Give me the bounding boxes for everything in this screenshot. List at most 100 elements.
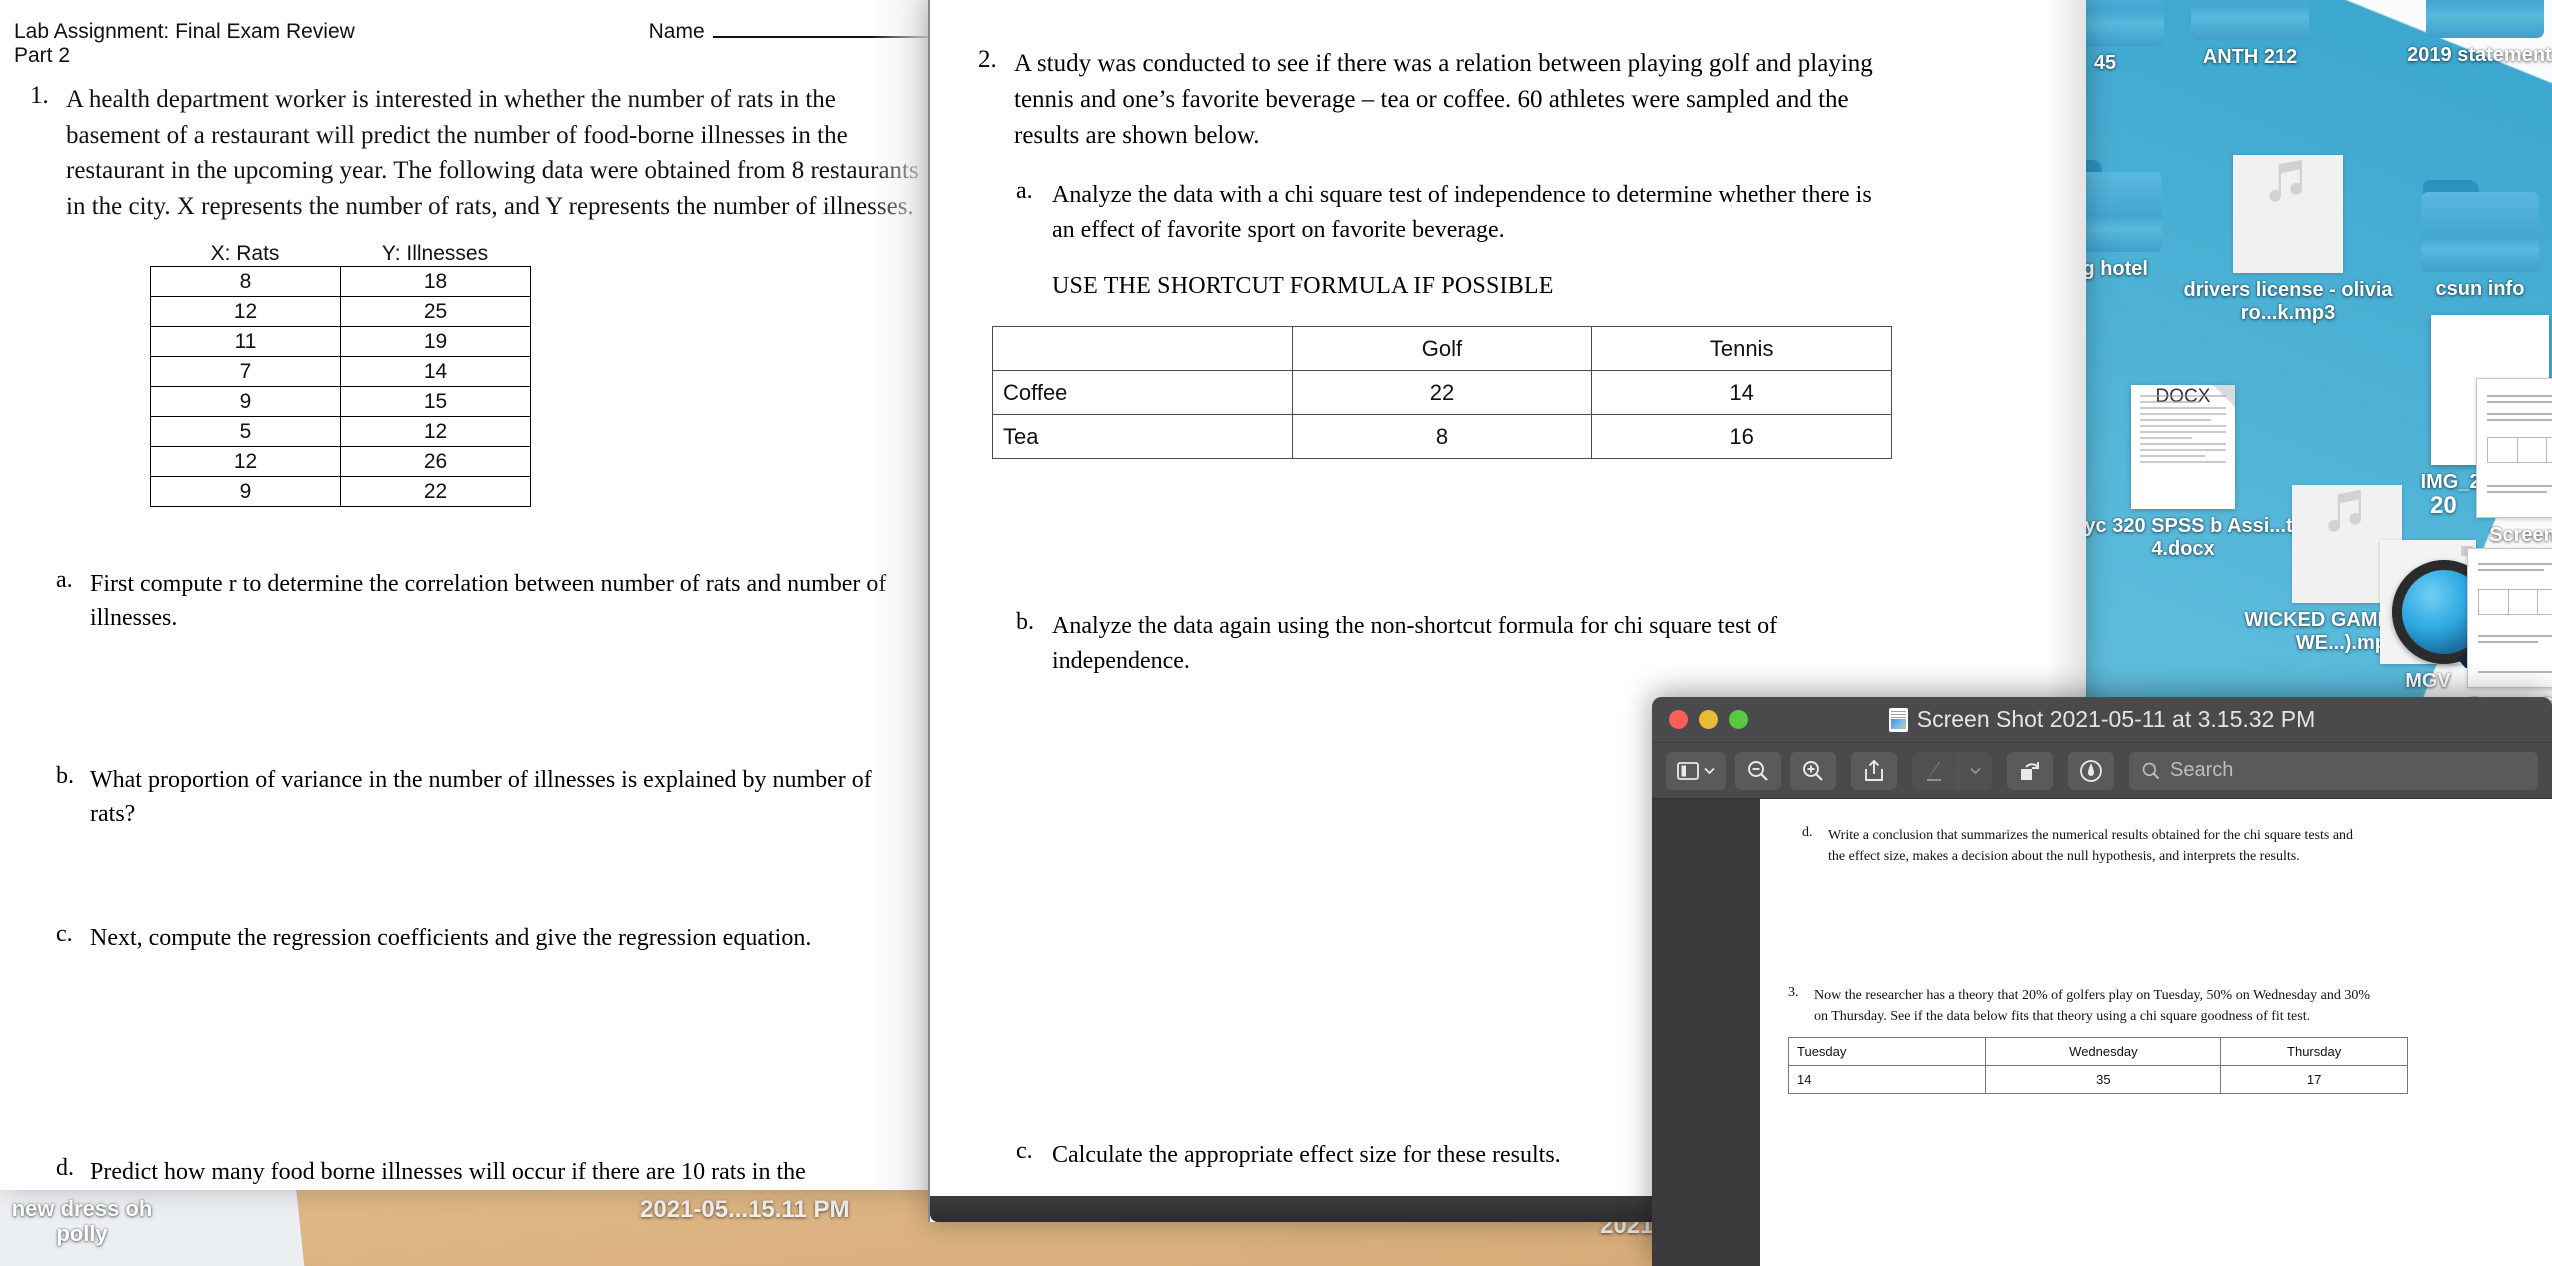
chevron-down-icon (1970, 767, 1981, 774)
question-number: 3. (1788, 985, 1799, 1000)
page-title: Lab Assignment: Final Exam Review Part 2 (14, 20, 355, 67)
column-header: Wednesday (1985, 1037, 2222, 1066)
desktop-icon-csun-info[interactable]: csun info (2405, 180, 2552, 301)
question-text: A study was conducted to see if there wa… (1014, 50, 1873, 149)
music-note-icon (2233, 155, 2343, 273)
desktop-icon-screen-shot-2[interactable]: Screen Sho (2428, 548, 2552, 717)
table-row: 12 26 (150, 446, 531, 477)
markup-dropdown-button[interactable] (1958, 751, 1992, 790)
table-cell: 19 (340, 326, 531, 357)
search-input[interactable]: Search (2129, 751, 2538, 790)
share-button[interactable] (1851, 751, 1897, 790)
desktop-icon-label: new dress oh polly (11, 1196, 153, 1247)
preview-question-3: 3. Now the researcher has a theory that … (1760, 985, 2552, 1027)
sub-letter: d. (56, 1155, 74, 1182)
sub-text: What proportion of variance in the numbe… (90, 767, 872, 828)
zoom-in-icon (1803, 760, 1823, 781)
annotate-button[interactable] (2068, 751, 2114, 790)
rotate-button[interactable] (2007, 751, 2053, 790)
table-cell: Coffee (992, 370, 1293, 416)
sub-text: Calculate the appropriate effect size fo… (1052, 1142, 1561, 1169)
table-row: 9 22 (150, 476, 531, 507)
table-cell: 35 (1985, 1065, 2222, 1094)
preview-page[interactable]: d. Write a conclusion that summarizes th… (1760, 799, 2552, 1266)
column-header: Thursday (2220, 1037, 2408, 1066)
table-cell: 14 (1591, 370, 1892, 416)
zoom-in-button[interactable] (1790, 751, 1836, 790)
preview-question-d: d. Write a conclusion that summarizes th… (1760, 799, 2552, 867)
markup-group[interactable] (1912, 751, 1992, 790)
search-placeholder: Search (2170, 759, 2234, 781)
folder-icon (2191, 0, 2309, 40)
sidebar-toggle-button[interactable] (1666, 751, 1726, 790)
preview-toolbar[interactable]: Search (1652, 743, 2552, 799)
table-cell: 14 (340, 356, 531, 387)
table-row: 7 14 (150, 356, 531, 387)
table-cell: 12 (150, 446, 341, 477)
zoom-out-button[interactable] (1735, 751, 1781, 790)
left-document-window[interactable]: Lab Assignment: Final Exam Review Part 2… (0, 0, 930, 1190)
sub-text: Predict how many food borne illnesses wi… (90, 1159, 806, 1186)
desktop-icon-anth-212[interactable]: ANTH 212 (2175, 0, 2325, 69)
table-cell: 15 (340, 386, 531, 417)
table-cell: 9 (150, 476, 341, 507)
table-cell: 5 (150, 416, 341, 447)
preview-window[interactable]: Screen Shot 2021-05-11 at 3.15.32 PM Sea… (1652, 697, 2552, 1266)
question-1c: c. Next, compute the regression coeffici… (0, 921, 930, 955)
column-header: Tennis (1591, 326, 1892, 372)
table-row: 11 19 (150, 326, 531, 357)
search-icon (2142, 762, 2160, 779)
preview-title-bar[interactable]: Screen Shot 2021-05-11 at 3.15.32 PM (1652, 697, 2552, 743)
table-cell: Tea (992, 414, 1293, 460)
desktop-icon-label: ANTH 212 (2202, 46, 2298, 68)
sub-letter: b. (1016, 609, 1034, 636)
question-text: Now the researcher has a theory that 20%… (1814, 988, 2371, 1024)
folder-icon (2426, 0, 2544, 38)
question-text: A health department worker is interested… (66, 86, 919, 220)
sub-letter: b. (56, 763, 74, 790)
window-title: Screen Shot 2021-05-11 at 3.15.32 PM (1652, 706, 2552, 733)
desktop-icon-label: drivers license - olivia ro...k.mp3 (2183, 279, 2393, 324)
table-row: 14 35 17 (1787, 1065, 2408, 1094)
desktop-icon-new-dress-oh-polly[interactable]: new dress oh polly (0, 1196, 172, 1247)
sub-text: Write a conclusion that summarizes the n… (1828, 828, 2354, 864)
share-icon (1865, 759, 1883, 781)
table-header-row: Tuesday Wednesday Thursday (1787, 1037, 2408, 1066)
desktop-label-20: 20 (2430, 492, 2457, 519)
sub-letter: a. (1016, 178, 1033, 204)
table-cell: 22 (340, 476, 531, 507)
table-cell: 14 (1787, 1065, 1987, 1094)
sub-letter: a. (56, 567, 73, 593)
marker-pen-icon (1927, 761, 1941, 781)
document-icon: DOCX (2131, 385, 2235, 509)
page-document-icon (2467, 548, 2552, 688)
preview-sidebar[interactable] (1652, 799, 1760, 1266)
golf-tennis-table: Golf Tennis Coffee 22 14 Tea 8 16 (992, 326, 1892, 460)
left-document-header: Lab Assignment: Final Exam Review Part 2… (0, 0, 930, 68)
table-cell: 8 (150, 266, 341, 297)
table-cell: 18 (340, 266, 531, 297)
desktop-icon-2019-statements[interactable]: 2019 statements (2370, 0, 2552, 67)
table-row: 5 12 (150, 416, 531, 447)
column-header: Tuesday (1787, 1037, 1987, 1066)
table-cell: 25 (340, 296, 531, 327)
table-cell: 17 (2220, 1065, 2408, 1094)
table-cell: 12 (150, 296, 341, 327)
rats-illnesses-table: 8 18 12 25 11 19 7 14 9 15 5 12 12 26 9 22 (150, 266, 531, 507)
annotation-pen-circle-icon (2080, 759, 2102, 782)
folder-icon (2421, 180, 2539, 272)
table-cell: 9 (150, 386, 341, 417)
sub-text: Analyze the data again using the non-sho… (1052, 613, 1778, 674)
question-2: 2. A study was conducted to see if there… (930, 46, 2086, 154)
preview-body: d. Write a conclusion that summarizes th… (1652, 799, 2552, 1266)
table-cell: 7 (150, 356, 341, 387)
chevron-down-icon (1704, 767, 1715, 774)
document-file-icon (1888, 707, 1908, 732)
question-1a: a. First compute r to determine the corr… (0, 567, 930, 635)
question-2a: a. Analyze the data with a chi square te… (930, 178, 2086, 247)
column-header-x: X: Rats (210, 242, 280, 265)
desktop-icon-screen-shot-1[interactable]: Screen S (2452, 378, 2552, 547)
markup-button[interactable] (1912, 751, 1958, 790)
desktop-icon-drivers-license-mp3[interactable]: drivers license - olivia ro...k.mp3 (2178, 155, 2398, 325)
page-document-icon (2476, 378, 2552, 518)
